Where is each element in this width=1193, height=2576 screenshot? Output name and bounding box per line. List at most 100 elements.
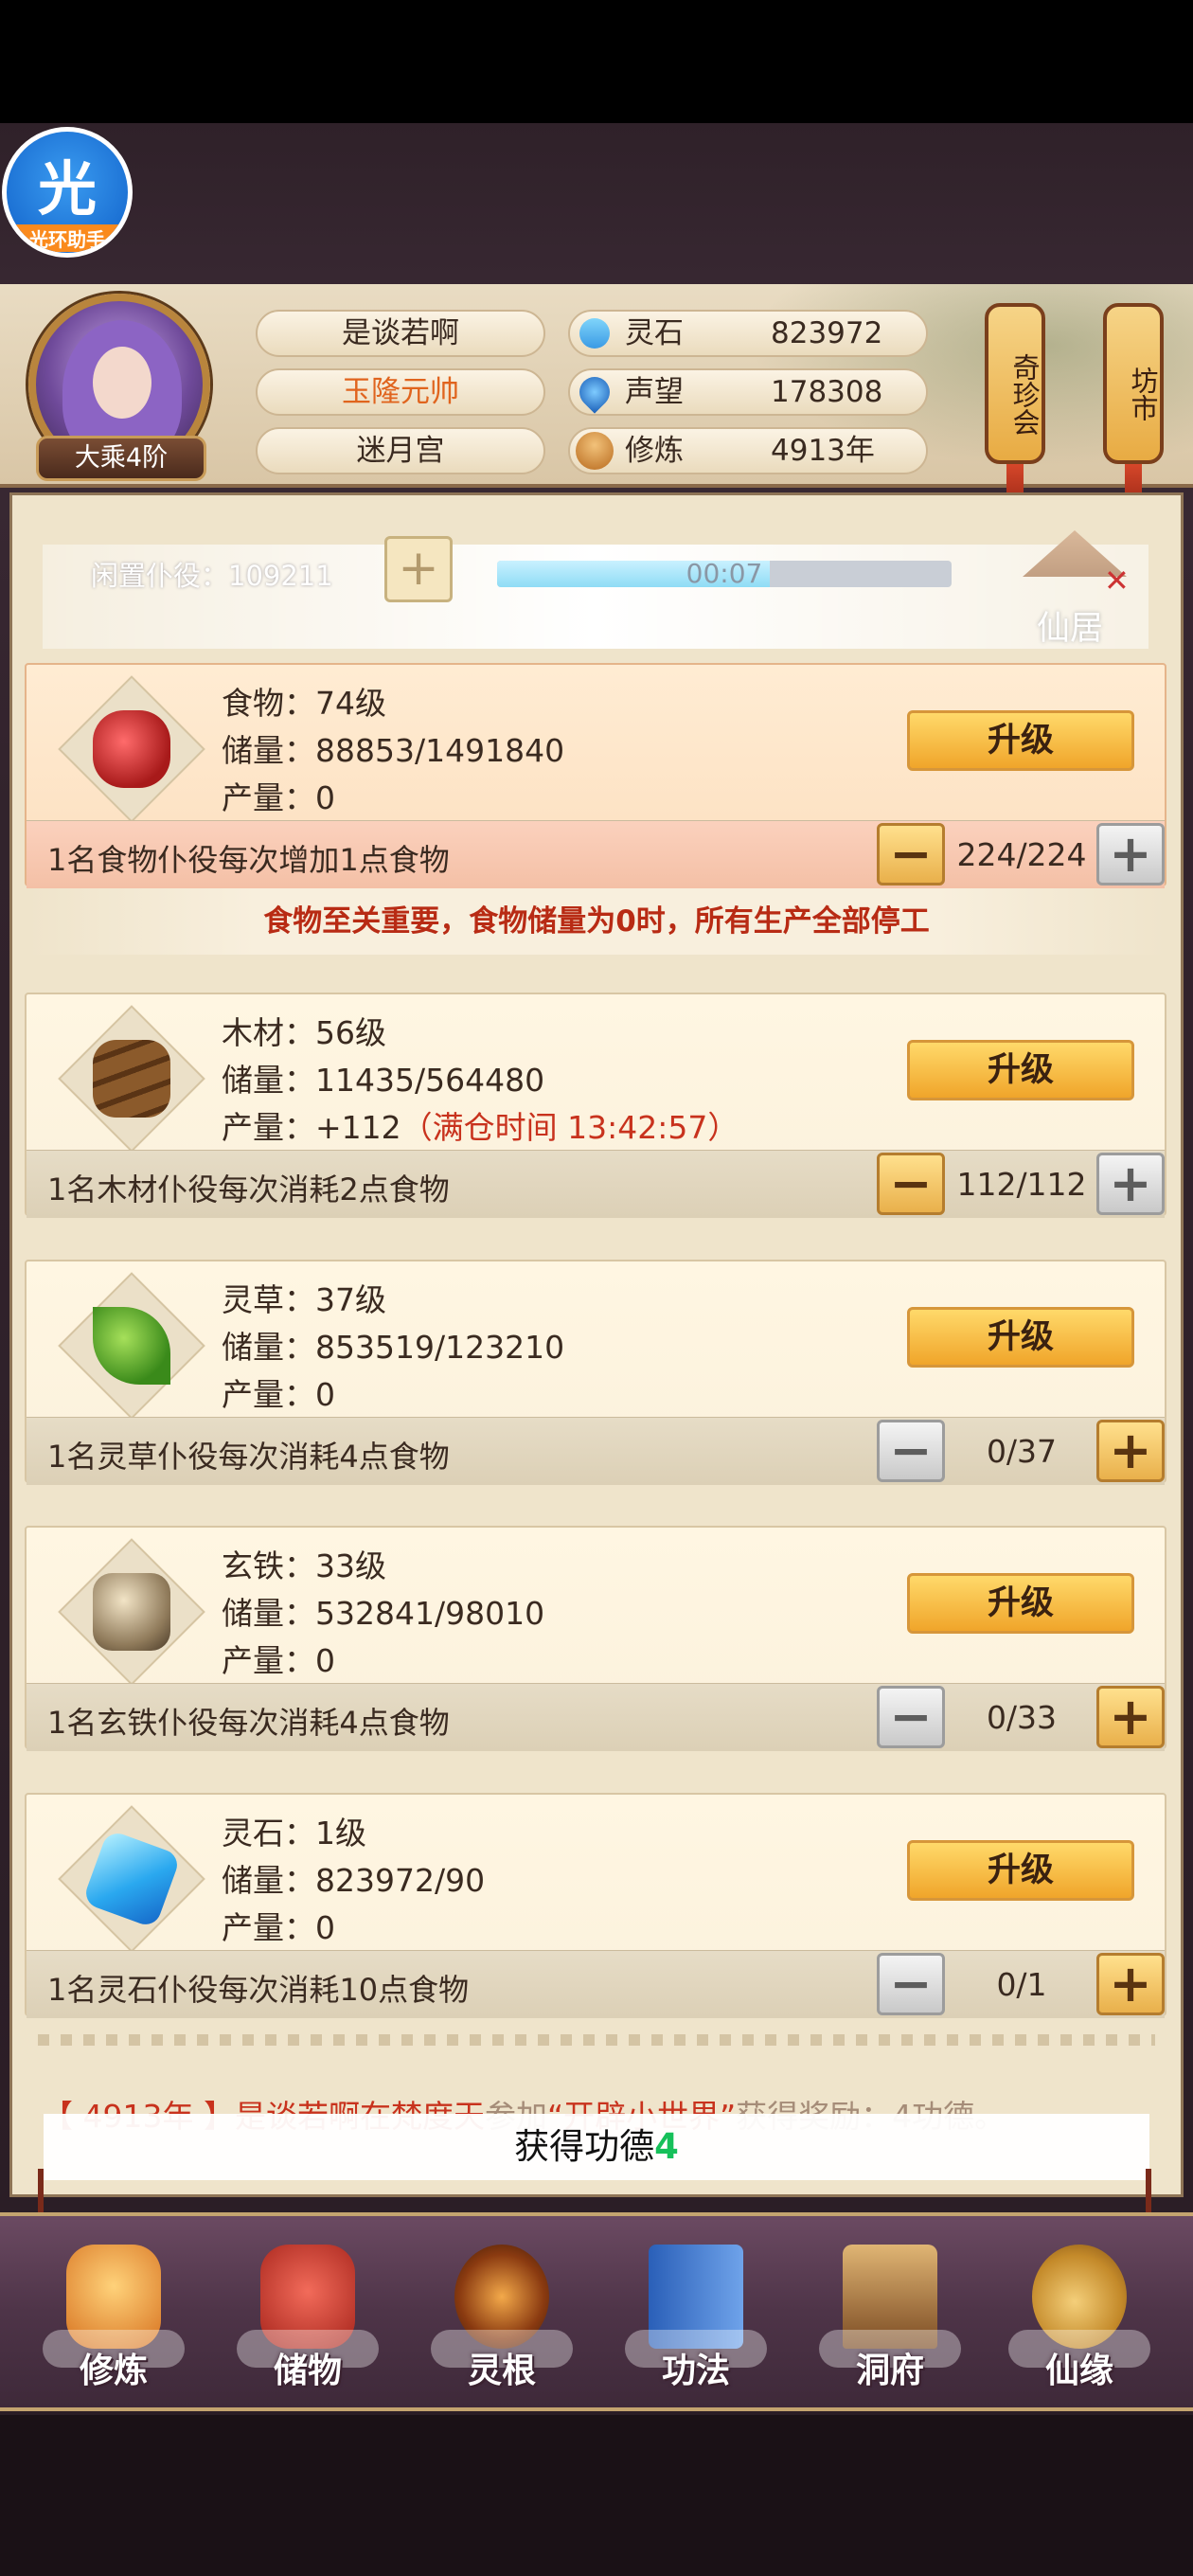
servant-rule: 1名灵石仆役每次消耗10点食物 xyxy=(47,1972,470,2008)
output-extra: （满仓时间 13:42:57） xyxy=(401,1109,739,1146)
player-name: 是谈若啊 xyxy=(256,310,545,357)
stat-value: 823972 xyxy=(771,316,883,350)
upgrade-button[interactable]: 升级 xyxy=(907,1307,1134,1368)
iron-ore-icon xyxy=(93,1573,170,1651)
resource-output: 产量：0 xyxy=(222,1369,335,1415)
stat-label: 灵石 xyxy=(625,316,684,350)
nav-techniques[interactable]: 功法 xyxy=(615,2235,776,2396)
food-icon-frame xyxy=(58,675,205,823)
section-divider xyxy=(38,2034,1155,2046)
idle-servants-text: 闲置仆役：109211 xyxy=(91,560,333,592)
lantern-market[interactable]: 坊市 xyxy=(1103,303,1164,464)
spirit-stone-icon xyxy=(573,312,616,355)
helper-floating-button[interactable]: 光 光环助手 xyxy=(2,127,133,258)
servant-row: 1名灵草仆役每次消耗4点食物 − 0/37 + xyxy=(27,1417,1165,1485)
stat-label: 修炼 xyxy=(625,434,684,468)
upgrade-button[interactable]: 升级 xyxy=(907,710,1134,771)
lantern-rare-treasure[interactable]: 奇珍会 xyxy=(985,303,1045,464)
servant-rule: 1名灵草仆役每次消耗4点食物 xyxy=(47,1439,450,1475)
stat-cultivation: 修炼 4913年 xyxy=(568,427,928,474)
resource-storage: 储量：11435/564480 xyxy=(222,1062,545,1099)
nav-cave-house[interactable]: 洞府 xyxy=(810,2235,970,2396)
resource-output: 产量：0 xyxy=(222,1636,335,1681)
servant-row: 1名玄铁仆役每次消耗4点食物 − 0/33 + xyxy=(27,1683,1165,1751)
upgrade-button[interactable]: 升级 xyxy=(907,1573,1134,1634)
decrease-servant-button[interactable]: − xyxy=(877,1420,945,1482)
resource-output: 产量：0 xyxy=(222,1903,335,1948)
add-servant-button[interactable]: + xyxy=(384,536,453,602)
resource-output: 产量：0 xyxy=(222,773,335,818)
servant-ratio: 0/33 xyxy=(986,1699,1058,1736)
increase-servant-button[interactable]: + xyxy=(1096,1153,1165,1215)
resource-output: 产量：+112（满仓时间 13:42:57） xyxy=(222,1102,739,1148)
food-warning: 食物至关重要，食物储量为0时，所有生产全部停工 xyxy=(28,888,1165,955)
idle-progress-bar: 00:07 xyxy=(497,561,952,587)
output-value: 产量：0 xyxy=(222,1376,335,1413)
player-title: 玉隆元帅 xyxy=(256,368,545,416)
servant-ratio: 0/37 xyxy=(986,1433,1058,1470)
nav-cultivate[interactable]: 修炼 xyxy=(33,2235,194,2396)
resource-level: 灵石：1级 xyxy=(222,1815,366,1852)
output-value: 产量：0 xyxy=(222,779,335,816)
servant-row: 1名木材仆役每次消耗2点食物 − 112/112 + xyxy=(27,1150,1165,1218)
status-bar-area xyxy=(0,0,1193,123)
servant-rule: 1名食物仆役每次增加1点食物 xyxy=(47,842,450,878)
increase-servant-button[interactable]: + xyxy=(1096,1686,1165,1748)
servant-row: 1名灵石仆役每次消耗10点食物 − 0/1 + xyxy=(27,1950,1165,2018)
helper-logo-text: 光 xyxy=(37,154,97,224)
resource-level: 食物：74级 xyxy=(222,685,386,722)
nav-fate[interactable]: 仙缘 xyxy=(999,2235,1160,2396)
home-label: 仙居 xyxy=(1036,610,1103,648)
decrease-servant-button[interactable]: − xyxy=(877,1953,945,2015)
servant-ratio: 0/1 xyxy=(996,1966,1047,2003)
resource-storage: 储量：853519/123210 xyxy=(222,1329,565,1366)
resource-level: 灵草：37级 xyxy=(222,1281,386,1318)
resource-card-iron: 玄铁：33级 储量：532841/98010 产量：0 升级 1名玄铁仆役每次消… xyxy=(25,1526,1166,1751)
nav-label: 功法 xyxy=(661,2352,730,2390)
home-xianju-button[interactable]: ✕ 仙居 xyxy=(994,511,1155,653)
increase-servant-button[interactable]: + xyxy=(1096,1420,1165,1482)
nav-label: 修炼 xyxy=(79,2352,148,2390)
resource-storage: 储量：823972/90 xyxy=(222,1862,486,1899)
increase-servant-button[interactable]: + xyxy=(1096,1953,1165,2015)
upgrade-button[interactable]: 升级 xyxy=(907,1840,1134,1901)
upgrade-button[interactable]: 升级 xyxy=(907,1040,1134,1100)
nav-label: 灵根 xyxy=(467,2352,536,2390)
servant-rule: 1名木材仆役每次消耗2点食物 xyxy=(47,1172,450,1208)
resource-card-spirit-stone: 灵石：1级 储量：823972/90 产量：0 升级 1名灵石仆役每次消耗10点… xyxy=(25,1793,1166,2018)
logs-icon xyxy=(93,1040,170,1118)
nav-storage[interactable]: 储物 xyxy=(227,2235,388,2396)
player-sect: 迷月宫 xyxy=(256,427,545,474)
meat-icon xyxy=(93,710,170,788)
resource-storage: 储量：88853/1491840 xyxy=(222,732,565,769)
output-value: 产量：0 xyxy=(222,1909,335,1946)
output-value: 产量：0 xyxy=(222,1642,335,1679)
decrease-servant-button[interactable]: − xyxy=(877,1153,945,1215)
herb-icon-frame xyxy=(58,1272,205,1420)
helper-label: 光环助手 xyxy=(7,224,128,252)
nav-label: 储物 xyxy=(273,2352,342,2390)
decrease-servant-button[interactable]: − xyxy=(877,823,945,886)
stat-spirit-stone: 灵石 823972 xyxy=(568,310,928,357)
bottom-area xyxy=(0,2415,1193,2576)
servant-ratio: 224/224 xyxy=(956,836,1087,873)
nav-label: 仙缘 xyxy=(1044,2352,1113,2390)
increase-servant-button[interactable]: + xyxy=(1096,823,1165,886)
player-rank-badge: 大乘4阶 xyxy=(36,436,206,481)
avatar-face xyxy=(93,347,151,419)
resource-card-herb: 灵草：37级 储量：853519/123210 产量：0 升级 1名灵草仆役每次… xyxy=(25,1260,1166,1485)
resource-level: 玄铁：33级 xyxy=(222,1547,386,1584)
decrease-servant-button[interactable]: − xyxy=(877,1686,945,1748)
wood-icon-frame xyxy=(58,1005,205,1153)
nav-label: 洞府 xyxy=(855,2352,924,2390)
meditation-icon xyxy=(576,432,614,470)
output-value: 产量：+112 xyxy=(222,1109,401,1146)
resource-level: 木材：56级 xyxy=(222,1014,386,1051)
toast-text: 获得功德 xyxy=(514,2126,655,2167)
spirit-stone-icon-frame xyxy=(58,1805,205,1953)
nav-spirit-root[interactable]: 灵根 xyxy=(421,2235,582,2396)
iron-icon-frame xyxy=(58,1538,205,1686)
stat-reputation: 声望 178308 xyxy=(568,368,928,416)
resource-storage: 储量：532841/98010 xyxy=(222,1595,545,1632)
servant-rule: 1名玄铁仆役每次消耗4点食物 xyxy=(47,1705,450,1741)
